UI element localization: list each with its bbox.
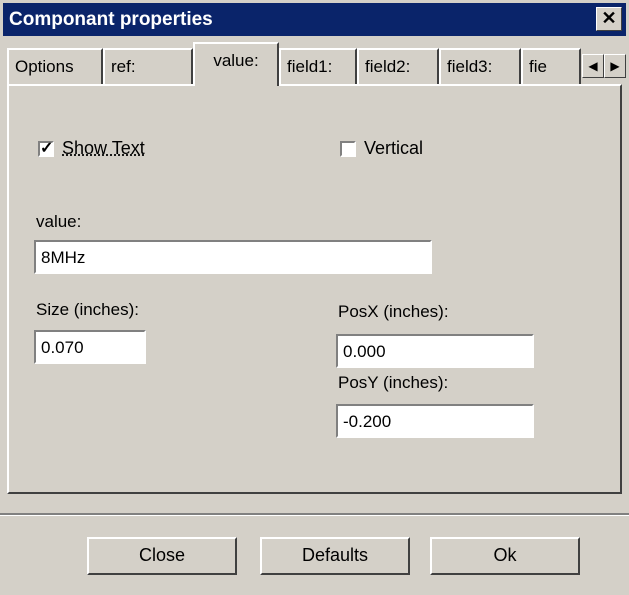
separator <box>0 513 629 516</box>
tab-options[interactable]: Options <box>7 48 103 84</box>
arrow-left-icon: ◀ <box>588 59 598 73</box>
ok-button[interactable]: Ok <box>430 537 580 575</box>
tab-label: value: <box>213 51 259 70</box>
tab-label: field3: <box>447 57 493 76</box>
close-button[interactable]: Close <box>87 537 237 575</box>
tab-label: fie <box>529 57 547 76</box>
tab-label: Options <box>15 57 74 76</box>
tab-fie[interactable]: fie <box>521 48 581 84</box>
tab-label: field2: <box>365 57 411 76</box>
tab-label: ref: <box>111 57 136 76</box>
posy-field[interactable]: -0.200 <box>336 404 534 438</box>
title-bar[interactable]: Componant properties ✕ <box>3 3 626 36</box>
tab-label: field1: <box>287 57 333 76</box>
value-field[interactable]: 8MHz <box>34 240 432 274</box>
vertical-label[interactable]: Vertical <box>364 138 423 159</box>
tab-scroll-right-button[interactable]: ▶ <box>604 54 626 78</box>
posy-label: PosY (inches): <box>338 373 449 392</box>
posx-label: PosX (inches): <box>338 302 449 321</box>
show-text-label[interactable]: Show Text <box>62 138 145 159</box>
close-icon: ✕ <box>601 8 617 28</box>
vertical-checkbox[interactable] <box>340 141 356 157</box>
value-label: value: <box>36 212 82 231</box>
tab-scroll-left-button[interactable]: ◀ <box>582 54 604 78</box>
posx-field[interactable]: 0.000 <box>336 334 534 368</box>
tab-ref[interactable]: ref: <box>103 48 193 84</box>
show-text-checkbox[interactable] <box>38 138 54 158</box>
tab-field2[interactable]: field2: <box>357 48 439 84</box>
tab-value[interactable]: value: <box>193 42 279 86</box>
component-properties-dialog: Componant properties ✕ Options ref: valu… <box>0 0 629 595</box>
tab-field3[interactable]: field3: <box>439 48 521 84</box>
close-window-button[interactable]: ✕ <box>596 7 622 31</box>
defaults-button[interactable]: Defaults <box>260 537 410 575</box>
window-title: Componant properties <box>9 9 213 30</box>
tab-field1[interactable]: field1: <box>279 48 357 84</box>
arrow-right-icon: ▶ <box>610 59 620 73</box>
size-field[interactable]: 0.070 <box>34 330 146 364</box>
size-label: Size (inches): <box>36 300 139 319</box>
